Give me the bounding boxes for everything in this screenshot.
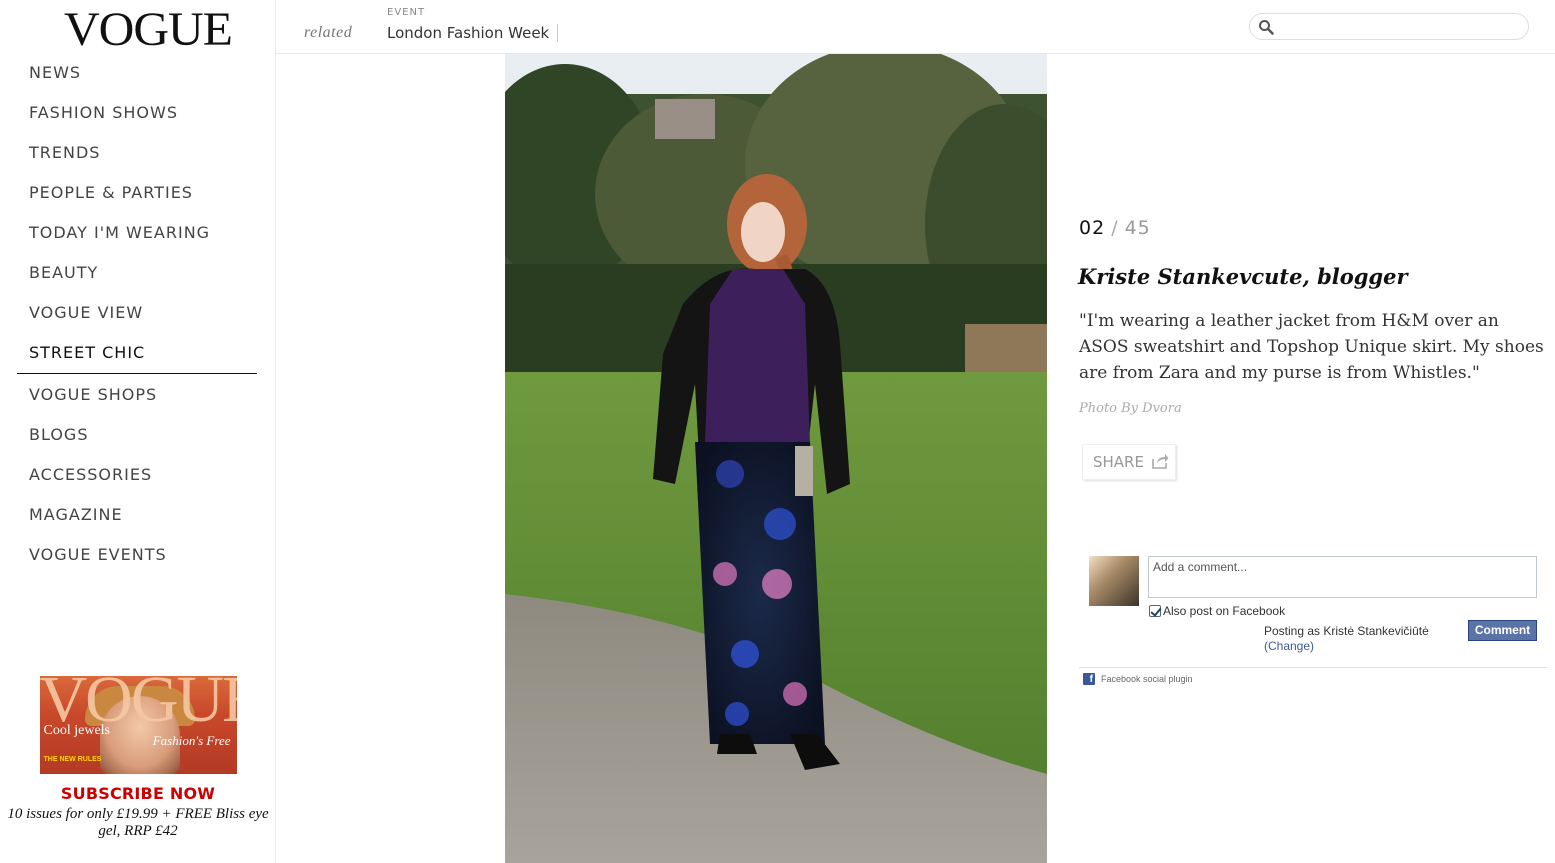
cover-line-fashion-free: Fashion's Free (152, 733, 231, 748)
facebook-social-plugin-link[interactable]: Facebook social plugin (1101, 674, 1193, 684)
comments-divider (1079, 667, 1547, 668)
search-icon[interactable] (1258, 19, 1274, 35)
gallery-current-index: 02 (1079, 217, 1106, 239)
user-avatar (1089, 556, 1139, 606)
event-label: EVENT (387, 7, 426, 18)
gallery-counter-separator: / (1111, 217, 1119, 239)
vogue-logo[interactable]: VOGUE (64, 2, 233, 57)
nav-item-trends[interactable]: TRENDS (0, 133, 276, 173)
facebook-icon: f (1083, 673, 1095, 685)
main-nav: NEWS FASHION SHOWS TRENDS PEOPLE & PARTI… (0, 53, 276, 575)
photo-illustration (505, 54, 1047, 863)
nav-item-accessories[interactable]: ACCESSORIES (0, 455, 276, 495)
comment-submit-button[interactable]: Comment (1468, 620, 1537, 641)
street-style-photo[interactable] (505, 54, 1047, 863)
event-link-london-fashion-week[interactable]: London Fashion Week (387, 24, 559, 42)
checkbox-checked-icon[interactable] (1149, 605, 1161, 617)
cover-line-new-rules: THE NEW RULES (43, 756, 102, 763)
top-bar: related EVENT London Fashion Week (276, 0, 1555, 54)
cover-line-cool-jewels: Cool jewels (43, 723, 111, 738)
subscribe-offer-text: 10 issues for only £19.99 + FREE Bliss e… (7, 806, 269, 839)
photo-caption-title: Kriste Stankevcute, blogger (1078, 264, 1408, 289)
magazine-cover-image[interactable]: VOGUE Cool jewels Fashion's Free THE NEW… (39, 676, 237, 774)
share-icon (1152, 454, 1169, 469)
change-user-link[interactable]: (Change) (1264, 639, 1314, 653)
nav-item-today-im-wearing[interactable]: TODAY I'M WEARING (0, 213, 276, 253)
gallery-total-count: 45 (1124, 217, 1151, 239)
gallery-counter: 02/45 (1079, 217, 1151, 239)
subscribe-promo: VOGUE Cool jewels Fashion's Free THE NEW… (0, 676, 276, 840)
share-button[interactable]: SHARE (1082, 444, 1176, 480)
also-post-label: Also post on Facebook (1163, 604, 1286, 618)
nav-item-vogue-shops[interactable]: VOGUE SHOPS (0, 375, 276, 415)
photo-credit: Photo By Dvora (1079, 401, 1182, 416)
share-label: SHARE (1093, 453, 1144, 471)
sidebar: VOGUE NEWS FASHION SHOWS TRENDS PEOPLE &… (0, 0, 276, 863)
nav-item-vogue-events[interactable]: VOGUE EVENTS (0, 535, 276, 575)
nav-item-magazine[interactable]: MAGAZINE (0, 495, 276, 535)
also-post-facebook-checkbox[interactable]: Also post on Facebook (1149, 604, 1285, 618)
nav-item-people-parties[interactable]: PEOPLE & PARTIES (0, 173, 276, 213)
nav-item-blogs[interactable]: BLOGS (0, 415, 276, 455)
search-input[interactable] (1280, 17, 1520, 37)
nav-item-street-chic[interactable]: STREET CHIC (0, 333, 276, 373)
nav-item-news[interactable]: NEWS (0, 53, 276, 93)
photo-caption-quote: "I'm wearing a leather jacket from H&M o… (1079, 311, 1544, 383)
related-label: related (304, 24, 353, 41)
search-box[interactable] (1249, 13, 1529, 40)
posting-as-text: Posting as Kristė Stankevičiūtė (1264, 624, 1429, 638)
active-nav-underline (17, 373, 257, 374)
nav-item-vogue-view[interactable]: VOGUE VIEW (0, 293, 276, 333)
subscribe-now-link[interactable]: SUBSCRIBE NOW (0, 784, 276, 803)
nav-item-fashion-shows[interactable]: FASHION SHOWS (0, 93, 276, 133)
comment-input[interactable]: Add a comment... (1148, 556, 1537, 598)
nav-item-beauty[interactable]: BEAUTY (0, 253, 276, 293)
